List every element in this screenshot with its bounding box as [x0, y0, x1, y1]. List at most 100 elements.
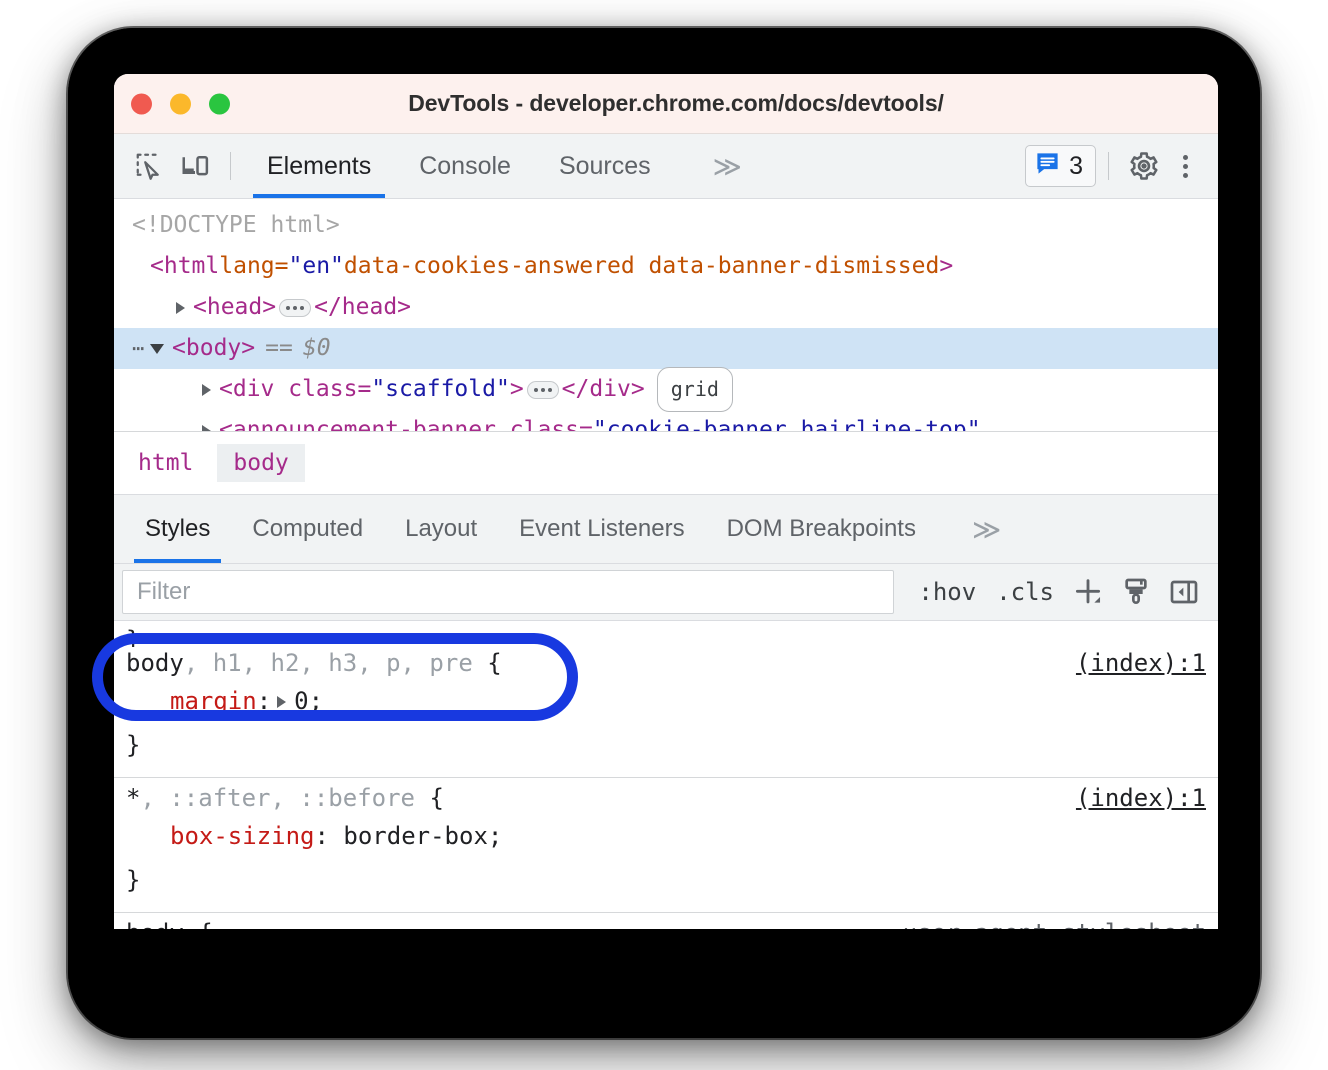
- css-selector-matching: body: [126, 919, 184, 929]
- more-styles-tabs-button[interactable]: ≫: [937, 495, 1032, 563]
- grid-badge[interactable]: grid: [657, 367, 733, 412]
- toolbar-divider: [230, 152, 231, 180]
- breadcrumb-item-html[interactable]: html: [122, 444, 209, 482]
- css-property-value[interactable]: 0: [294, 687, 308, 715]
- div-class-value: "scaffold": [371, 369, 509, 410]
- dom-row-body[interactable]: ⋯ <body>==$0: [114, 328, 1218, 369]
- tab-console[interactable]: Console: [395, 134, 535, 198]
- css-selector-nonmatching: , h1, h2, h3, p, pre: [184, 649, 473, 677]
- head-open-tag: <head>: [193, 287, 276, 328]
- html-lang-value: "en": [289, 246, 344, 287]
- styles-pane-tabs: Styles Computed Layout Event Listeners D…: [114, 494, 1218, 564]
- breadcrumb: html body: [114, 431, 1218, 494]
- panel-tabs: Elements Console Sources ≫: [243, 134, 776, 198]
- css-origin-link[interactable]: (index):1: [1064, 784, 1206, 812]
- dom-row-scaffold-div[interactable]: <div class="scaffold"></div>grid: [114, 369, 1218, 410]
- toolbar-divider-right: [1108, 152, 1109, 180]
- css-selector-nonmatching: , ::after, ::before: [140, 784, 415, 812]
- chevron-double-right-icon: ≫: [958, 513, 1011, 546]
- expand-triangle-icon[interactable]: [202, 425, 211, 432]
- tab-styles[interactable]: Styles: [124, 495, 231, 563]
- collapse-triangle-icon[interactable]: [150, 344, 164, 354]
- window-title: DevTools - developer.chrome.com/docs/dev…: [114, 90, 1218, 117]
- body-equals: ==: [255, 328, 293, 369]
- breadcrumb-item-body[interactable]: body: [217, 444, 304, 482]
- tab-computed-label: Computed: [252, 515, 363, 543]
- tab-event-listeners-label: Event Listeners: [519, 515, 684, 543]
- more-panels-button[interactable]: ≫: [675, 134, 776, 198]
- expand-triangle-icon[interactable]: [176, 302, 185, 314]
- traffic-lights: [131, 93, 230, 114]
- tab-dom-breakpoints-label: DOM Breakpoints: [727, 515, 916, 543]
- toolbar-right-actions: 3: [1025, 145, 1218, 187]
- gear-icon[interactable]: [1121, 145, 1167, 187]
- toggle-element-state-button[interactable]: :hov: [908, 578, 986, 606]
- issues-message-icon: [1034, 150, 1061, 182]
- css-rule-header: body { user agent stylesheet: [114, 917, 1218, 929]
- css-declaration-box-sizing[interactable]: box-sizing: border-box;: [114, 814, 1218, 858]
- css-selector[interactable]: body {: [126, 919, 213, 929]
- styles-filter-bar: Filter :hov .cls: [114, 564, 1218, 621]
- tab-elements-label: Elements: [267, 152, 371, 181]
- css-rule-body-user-agent: body { user agent stylesheet: [114, 913, 1218, 929]
- html-data-attrs: data-cookies-answered data-banner-dismis…: [344, 246, 939, 287]
- dom-row-html[interactable]: <html lang="en" data-cookies-answered da…: [114, 246, 1218, 287]
- css-declaration-margin[interactable]: margin:0;: [114, 679, 1218, 723]
- css-property-name[interactable]: margin: [170, 687, 257, 715]
- sidebar-toggle-icon[interactable]: [1160, 570, 1208, 614]
- expand-shorthand-icon[interactable]: [277, 696, 286, 708]
- css-selector-matching: *: [126, 784, 140, 812]
- tab-sources[interactable]: Sources: [535, 134, 675, 198]
- device-toolbar-icon[interactable]: [172, 145, 218, 187]
- tab-elements[interactable]: Elements: [243, 134, 395, 198]
- minimize-window-button[interactable]: [170, 93, 191, 114]
- more-options-icon[interactable]: ⋯: [132, 328, 146, 369]
- maximize-window-button[interactable]: [209, 93, 230, 114]
- plus-new-style-rule-icon[interactable]: [1064, 570, 1112, 614]
- tab-computed[interactable]: Computed: [231, 495, 384, 563]
- css-origin-link[interactable]: (index):1: [1064, 649, 1206, 677]
- body-tag: <body>: [172, 328, 255, 369]
- css-open-brace: {: [473, 649, 502, 677]
- inspect-element-icon[interactable]: [126, 145, 172, 187]
- dom-row-head[interactable]: <head></head>: [114, 287, 1218, 328]
- devtools-window: DevTools - developer.chrome.com/docs/dev…: [114, 74, 1218, 929]
- close-window-button[interactable]: [131, 93, 152, 114]
- html-tag-close: >: [939, 246, 953, 287]
- devtools-toolbar: Elements Console Sources ≫ 3: [114, 134, 1218, 199]
- css-property-name[interactable]: box-sizing: [170, 822, 315, 850]
- tab-console-label: Console: [419, 152, 511, 181]
- styles-filter-input[interactable]: Filter: [122, 570, 894, 614]
- div-close-tag: </div>: [562, 369, 645, 410]
- css-rule-header: body, h1, h2, h3, p, pre { (index):1: [114, 647, 1218, 679]
- dom-row-doctype[interactable]: <!DOCTYPE html>: [114, 205, 1218, 246]
- issues-badge[interactable]: 3: [1025, 145, 1096, 187]
- css-selector[interactable]: *, ::after, ::before {: [126, 784, 444, 812]
- previous-rule-closing-brace: }: [114, 625, 1218, 647]
- tab-layout-label: Layout: [405, 515, 477, 543]
- tab-event-listeners[interactable]: Event Listeners: [498, 495, 705, 563]
- body-dollar-zero: $0: [293, 328, 331, 369]
- tab-layout[interactable]: Layout: [384, 495, 498, 563]
- paintbrush-icon[interactable]: [1112, 570, 1160, 614]
- issues-count: 3: [1069, 152, 1083, 181]
- css-selector-matching: body: [126, 649, 184, 677]
- collapsed-children-icon[interactable]: [279, 299, 311, 317]
- css-rule-universal-box-sizing: *, ::after, ::before { (index):1 box-siz…: [114, 778, 1218, 913]
- element-classes-button[interactable]: .cls: [986, 578, 1064, 606]
- collapsed-children-icon[interactable]: [527, 381, 559, 399]
- css-selector[interactable]: body, h1, h2, h3, p, pre {: [126, 649, 502, 677]
- html-tag-open: <html: [150, 246, 219, 287]
- tab-dom-breakpoints[interactable]: DOM Breakpoints: [706, 495, 937, 563]
- doctype-text: <!DOCTYPE html>: [132, 205, 340, 246]
- expand-triangle-icon[interactable]: [202, 384, 211, 396]
- css-rules-pane: } body, h1, h2, h3, p, pre { (index):1 m…: [114, 621, 1218, 929]
- css-origin-label: user agent stylesheet: [891, 919, 1206, 929]
- tab-styles-label: Styles: [145, 515, 210, 543]
- kebab-menu-icon[interactable]: [1167, 155, 1204, 178]
- dom-row-announcement-banner[interactable]: <announcement-banner class="cookie-banne…: [114, 410, 1218, 431]
- banner-class-value: "cookie-banner hairline-top": [593, 410, 981, 431]
- styles-filter-actions: :hov .cls: [894, 570, 1218, 614]
- dom-tree: <!DOCTYPE html> <html lang="en" data-coo…: [114, 199, 1218, 431]
- css-property-value[interactable]: border-box: [343, 822, 488, 850]
